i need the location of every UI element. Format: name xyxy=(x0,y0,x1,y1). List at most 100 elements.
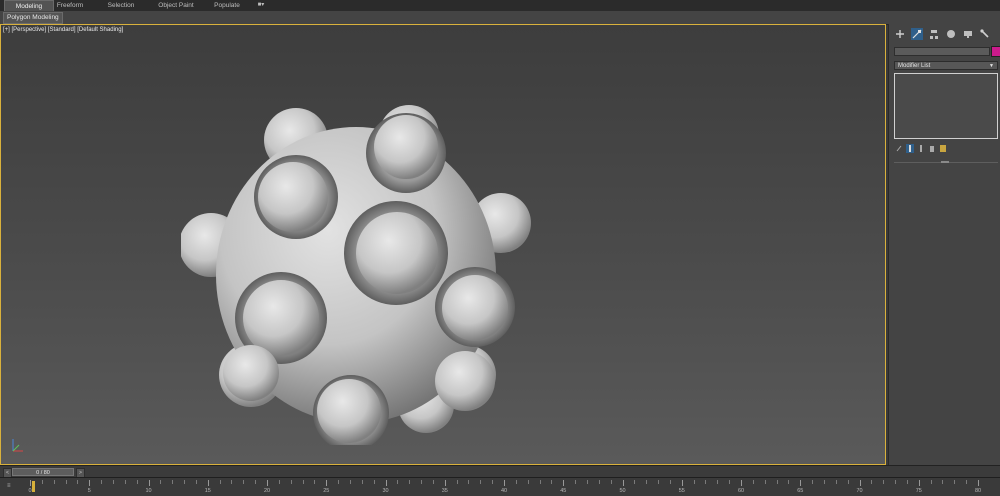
track-tick xyxy=(622,480,624,486)
track-tick xyxy=(646,480,648,484)
tab-populate[interactable]: Populate xyxy=(205,0,249,11)
track-tick xyxy=(504,480,505,486)
make-unique-icon[interactable] xyxy=(917,144,925,153)
track-tick xyxy=(693,480,695,484)
create-icon[interactable] xyxy=(894,28,906,40)
track-tick xyxy=(527,480,529,484)
track-tick xyxy=(148,480,150,486)
track-tick xyxy=(77,480,79,484)
track-tick xyxy=(456,480,458,484)
track-tick xyxy=(112,480,114,484)
track-tick xyxy=(859,480,861,486)
pin-stack-icon[interactable] xyxy=(895,144,903,153)
track-bar: ≡ 0 5 10 15 20 25 30 35 40 45 50 55 60 65 70 75 80 xyxy=(0,477,1000,496)
show-end-result-icon[interactable] xyxy=(906,144,914,153)
track-tick xyxy=(255,480,257,484)
polygon-modeling-panel-button[interactable]: Polygon Modeling xyxy=(3,12,63,24)
track-tick xyxy=(361,480,363,484)
track-tick xyxy=(741,480,742,486)
configure-sets-icon[interactable] xyxy=(939,144,947,153)
track-tick xyxy=(515,480,517,484)
track-tick xyxy=(89,480,91,486)
track-tick xyxy=(30,480,31,486)
track-tick-label: 45 xyxy=(560,488,567,494)
track-tick xyxy=(551,480,553,484)
track-tick xyxy=(302,480,304,484)
track-tick xyxy=(942,480,944,484)
track-tick-label: 25 xyxy=(323,488,330,494)
time-slider[interactable]: 0 / 80 xyxy=(12,468,74,476)
track-tick xyxy=(705,480,707,484)
track-tick xyxy=(895,480,897,484)
track-tick-label: 75 xyxy=(915,488,922,494)
track-tick xyxy=(598,480,600,484)
modify-icon[interactable] xyxy=(911,28,923,40)
track-tick xyxy=(468,480,470,484)
track-tick xyxy=(278,480,280,484)
track-tick-label: 30 xyxy=(382,488,389,494)
tab-selection[interactable]: Selection xyxy=(98,0,144,11)
object-color-swatch[interactable] xyxy=(991,46,1000,57)
track-tick xyxy=(978,480,979,486)
track-tick-label: 5 xyxy=(87,488,91,494)
track-tick xyxy=(326,480,328,486)
track-tick xyxy=(563,480,565,486)
object-name-field[interactable] xyxy=(894,47,990,56)
track-ruler[interactable]: 0 5 10 15 20 25 30 35 40 45 50 55 60 65 70 75 80 xyxy=(28,480,982,494)
sphere-mesh-object[interactable] xyxy=(181,105,541,445)
track-tick xyxy=(681,480,683,486)
track-tick xyxy=(444,480,446,486)
track-tick xyxy=(586,480,588,484)
modifier-list-dropdown[interactable]: Modifier List ▼ xyxy=(894,61,998,70)
track-tick xyxy=(883,480,885,484)
axis-tripod-icon xyxy=(12,439,23,452)
viewport-label-menu[interactable]: [+] [Perspective] [Standard] [Default Sh… xyxy=(3,27,123,33)
track-tick xyxy=(812,480,814,484)
track-tick xyxy=(906,480,908,484)
track-tick xyxy=(53,480,55,484)
track-tick xyxy=(172,480,174,484)
display-icon[interactable] xyxy=(962,28,974,40)
track-tick xyxy=(421,480,423,484)
track-tick xyxy=(764,480,766,484)
track-tick xyxy=(752,480,754,484)
track-tick xyxy=(243,480,245,484)
hierarchy-icon[interactable] xyxy=(928,28,940,40)
track-tick xyxy=(231,480,233,484)
motion-icon[interactable] xyxy=(945,28,957,40)
track-tick xyxy=(835,480,837,484)
track-tick xyxy=(385,480,387,486)
track-tick-label: 60 xyxy=(737,488,745,494)
track-tick xyxy=(101,480,103,484)
track-tick xyxy=(954,480,956,484)
track-tick xyxy=(184,480,186,484)
tab-object-paint[interactable]: Object Paint xyxy=(150,0,202,11)
track-tick xyxy=(669,480,671,484)
track-tick-label: 40 xyxy=(500,488,508,494)
tab-modeling[interactable]: Modeling xyxy=(4,0,54,11)
remove-modifier-icon[interactable] xyxy=(928,144,936,153)
track-tick-label: 10 xyxy=(145,488,152,494)
track-tick xyxy=(314,480,316,484)
track-tick xyxy=(290,480,292,484)
current-frame-marker[interactable] xyxy=(32,481,35,492)
track-tick xyxy=(729,480,731,484)
ribbon-options-icon[interactable]: ■▾ xyxy=(248,0,274,11)
track-tick-label: 35 xyxy=(441,488,448,494)
track-tick xyxy=(492,480,494,484)
track-tick xyxy=(634,480,636,484)
utilities-icon[interactable] xyxy=(979,28,991,40)
track-tick xyxy=(195,480,197,484)
track-tick xyxy=(610,480,612,484)
track-tick-label: 80 xyxy=(974,488,982,494)
modifier-stack-list[interactable] xyxy=(894,73,998,139)
track-tick-label: 70 xyxy=(856,488,863,494)
track-bar-menu-icon[interactable]: ≡ xyxy=(7,483,11,489)
track-tick xyxy=(207,480,209,486)
track-tick xyxy=(823,480,825,484)
track-tick xyxy=(432,480,434,484)
perspective-viewport[interactable]: [+] [Perspective] [Standard] [Default Sh… xyxy=(0,24,886,465)
track-tick xyxy=(966,480,968,484)
rollout-drag-handle[interactable] xyxy=(941,161,949,163)
tab-freeform[interactable]: Freeform xyxy=(48,0,92,11)
